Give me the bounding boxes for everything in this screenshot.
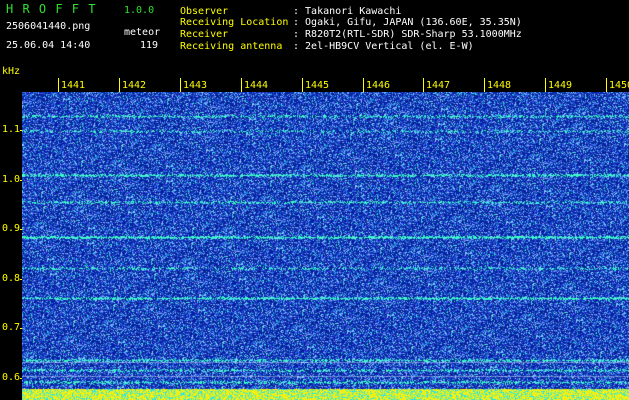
time-tick-label: 1447: [426, 80, 451, 91]
time-tick-label: 1445: [305, 80, 330, 91]
location-label: Receiving Location: [180, 17, 289, 28]
receiver-label: Receiver: [180, 29, 229, 40]
frequency-tick-label: 0.6: [2, 372, 21, 383]
time-tick-mark: [58, 78, 59, 92]
frequency-tick-label: 0.7: [2, 322, 21, 333]
app-title: H R O F F T: [6, 2, 97, 16]
time-tick-mark: [363, 78, 364, 92]
time-tick-label: 1444: [244, 80, 269, 91]
frequency-tick-label: 1.0: [2, 174, 21, 185]
time-tick-mark: [302, 78, 303, 92]
time-tick-label: 1448: [487, 80, 512, 91]
time-tick-mark: [545, 78, 546, 92]
time-tick-mark: [606, 78, 607, 92]
time-tick-mark: [423, 78, 424, 92]
mode-label: meteor: [124, 27, 161, 38]
time-tick-mark: [180, 78, 181, 92]
frequency-tick-label: 0.9: [2, 223, 21, 234]
app-version: 1.0.0: [124, 5, 155, 16]
file-name: 2506041440.png: [6, 21, 91, 32]
y-unit-label: kHz: [2, 66, 21, 77]
header-panel: H R O F F T 1.0.0 2506041440.png meteor …: [0, 0, 629, 78]
time-tick-label: 1450: [609, 80, 629, 91]
spectrogram-waterfall: [22, 92, 629, 400]
time-tick-label: 1449: [548, 80, 573, 91]
time-tick-mark: [484, 78, 485, 92]
observer-label: Observer: [180, 6, 229, 17]
time-tick-label: 1441: [61, 80, 86, 91]
observer-value: : Takanori Kawachi: [293, 6, 402, 17]
time-tick-label: 1446: [366, 80, 391, 91]
time-tick-label: 1442: [122, 80, 147, 91]
antenna-value: : 2el-HB9CV Vertical (el. E-W): [293, 41, 474, 52]
antenna-label: Receiving antenna: [180, 41, 283, 52]
date-time: 25.06.04 14:40: [6, 40, 91, 51]
frequency-tick-label: 1.1: [2, 124, 21, 135]
time-tick-mark: [119, 78, 120, 92]
receiver-value: : R820T2(RTL-SDR) SDR-Sharp 53.1000MHz: [293, 29, 522, 40]
frequency-tick-label: 0.8: [2, 273, 21, 284]
location-value: : Ogaki, Gifu, JAPAN (136.60E, 35.35N): [293, 17, 522, 28]
meteor-count: 119: [140, 40, 159, 51]
time-tick-mark: [241, 78, 242, 92]
time-tick-label: 1443: [183, 80, 208, 91]
